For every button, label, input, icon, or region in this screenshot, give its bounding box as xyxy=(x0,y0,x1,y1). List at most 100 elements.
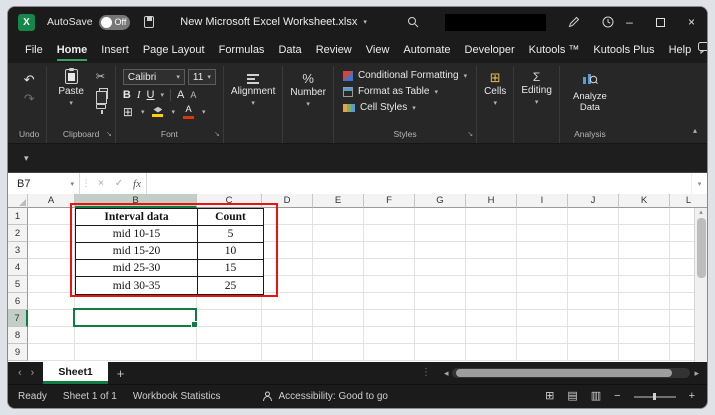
column-header-i[interactable]: I xyxy=(517,194,568,208)
redo-button[interactable]: ↷ xyxy=(24,92,35,105)
menu-tab-file[interactable]: File xyxy=(18,38,50,62)
table-cell-B1[interactable]: Interval data xyxy=(76,209,198,226)
cell-J9[interactable] xyxy=(568,344,619,361)
cell-K5[interactable] xyxy=(619,276,670,293)
cells-button[interactable]: ⊞ Cells ▾ xyxy=(484,66,506,143)
cell-F4[interactable] xyxy=(364,259,415,276)
cell-E4[interactable] xyxy=(313,259,364,276)
menu-tab-automate[interactable]: Automate xyxy=(396,38,457,62)
underline-button[interactable]: U xyxy=(147,89,155,101)
name-box[interactable]: B7 ▾ xyxy=(8,173,80,194)
cell-B9[interactable] xyxy=(75,344,197,361)
cell-styles-button[interactable]: Cell Styles▾ xyxy=(341,100,418,115)
cell-D2[interactable] xyxy=(262,225,313,242)
increase-font-size-button[interactable]: A xyxy=(177,89,184,101)
selected-cell-outline[interactable] xyxy=(73,308,197,327)
decrease-font-size-button[interactable]: A xyxy=(190,90,196,100)
previous-sheet-icon[interactable]: ‹ xyxy=(18,368,22,379)
cell-G6[interactable] xyxy=(415,293,466,310)
vertical-scrollbar[interactable]: ▴ xyxy=(694,208,707,362)
cell-I3[interactable] xyxy=(517,242,568,259)
font-size-combo[interactable]: 11 ▾ xyxy=(188,69,216,85)
cell-F1[interactable] xyxy=(364,208,415,225)
cell-I2[interactable] xyxy=(517,225,568,242)
column-header-a[interactable]: A xyxy=(28,194,75,208)
horizontal-scrollbar[interactable]: ◂ ▸ xyxy=(444,368,699,378)
customize-qat-chevron-down-icon[interactable]: ▾ xyxy=(24,153,29,164)
cell-I5[interactable] xyxy=(517,276,568,293)
sheet-count[interactable]: Sheet 1 of 1 xyxy=(63,391,117,402)
row-header-2[interactable]: 2 xyxy=(8,225,28,242)
cell-K4[interactable] xyxy=(619,259,670,276)
cell-G2[interactable] xyxy=(415,225,466,242)
borders-button[interactable]: ⊞ xyxy=(123,106,133,118)
column-header-k[interactable]: K xyxy=(619,194,670,208)
scroll-left-icon[interactable]: ◂ xyxy=(444,369,449,378)
maximize-button[interactable] xyxy=(645,7,676,37)
cell-I9[interactable] xyxy=(517,344,568,361)
cell-I4[interactable] xyxy=(517,259,568,276)
conditional-formatting-button[interactable]: Conditional Formatting▾ xyxy=(341,68,469,83)
history-clock-icon[interactable] xyxy=(602,16,614,28)
table-cell-B3[interactable]: mid 15-20 xyxy=(76,243,198,260)
cell-F3[interactable] xyxy=(364,242,415,259)
table-cell-C4[interactable]: 15 xyxy=(198,260,263,277)
column-header-g[interactable]: G xyxy=(415,194,466,208)
cell-F9[interactable] xyxy=(364,344,415,361)
cell-G7[interactable] xyxy=(415,310,466,327)
cell-D9[interactable] xyxy=(262,344,313,361)
row-header-4[interactable]: 4 xyxy=(8,259,28,276)
next-sheet-icon[interactable]: › xyxy=(31,368,35,379)
cell-G8[interactable] xyxy=(415,327,466,344)
view-page-break-icon[interactable]: ▥ xyxy=(591,391,601,402)
inking-pen-icon[interactable] xyxy=(568,16,580,28)
row-header-8[interactable]: 8 xyxy=(8,327,28,344)
cell-E8[interactable] xyxy=(313,327,364,344)
undo-button[interactable]: ↶ xyxy=(24,73,35,86)
cell-G5[interactable] xyxy=(415,276,466,293)
menu-tab-insert[interactable]: Insert xyxy=(94,38,136,62)
view-normal-icon[interactable]: ⊞ xyxy=(545,391,554,402)
zoom-out-icon[interactable]: − xyxy=(614,391,620,402)
cell-C9[interactable] xyxy=(197,344,262,361)
table-cell-C3[interactable]: 10 xyxy=(198,243,263,260)
cell-D7[interactable] xyxy=(262,310,313,327)
cell-K6[interactable] xyxy=(619,293,670,310)
cell-J2[interactable] xyxy=(568,225,619,242)
cell-C7[interactable] xyxy=(197,310,262,327)
row-header-3[interactable]: 3 xyxy=(8,242,28,259)
table-cell-C1[interactable]: Count xyxy=(198,209,263,226)
row-header-1[interactable]: 1 xyxy=(8,208,28,225)
zoom-slider-knob[interactable] xyxy=(653,393,656,400)
horizontal-scroll-track[interactable] xyxy=(452,368,690,378)
minimize-button[interactable]: – xyxy=(614,7,645,37)
cell-E1[interactable] xyxy=(313,208,364,225)
column-header-f[interactable]: F xyxy=(364,194,415,208)
cell-C8[interactable] xyxy=(197,327,262,344)
select-all-corner[interactable] xyxy=(8,194,28,208)
scroll-up-icon[interactable]: ▴ xyxy=(699,209,703,216)
cell-H7[interactable] xyxy=(466,310,517,327)
cell-A2[interactable] xyxy=(28,225,75,242)
formula-input[interactable] xyxy=(146,173,691,194)
styles-dialog-launcher-icon[interactable]: ↘ xyxy=(467,130,473,138)
cell-D5[interactable] xyxy=(262,276,313,293)
cell-K1[interactable] xyxy=(619,208,670,225)
cell-F5[interactable] xyxy=(364,276,415,293)
editing-button[interactable]: Σ Editing ▾ xyxy=(521,66,552,143)
cell-G4[interactable] xyxy=(415,259,466,276)
cell-H1[interactable] xyxy=(466,208,517,225)
cell-H8[interactable] xyxy=(466,327,517,344)
horizontal-scroll-thumb[interactable] xyxy=(456,369,672,377)
save-icon[interactable] xyxy=(144,16,154,28)
font-color-button[interactable]: A xyxy=(183,105,194,119)
cell-H2[interactable] xyxy=(466,225,517,242)
menu-tab-kutools-plus[interactable]: Kutools Plus xyxy=(586,38,661,62)
cell-B8[interactable] xyxy=(75,327,197,344)
alignment-button[interactable]: Alignment ▾ xyxy=(231,66,275,143)
italic-button[interactable]: I xyxy=(137,89,141,101)
menu-tab-help[interactable]: Help xyxy=(662,38,699,62)
menu-tab-data[interactable]: Data xyxy=(271,38,308,62)
clipboard-dialog-launcher-icon[interactable]: ↘ xyxy=(106,130,112,138)
cell-D1[interactable] xyxy=(262,208,313,225)
